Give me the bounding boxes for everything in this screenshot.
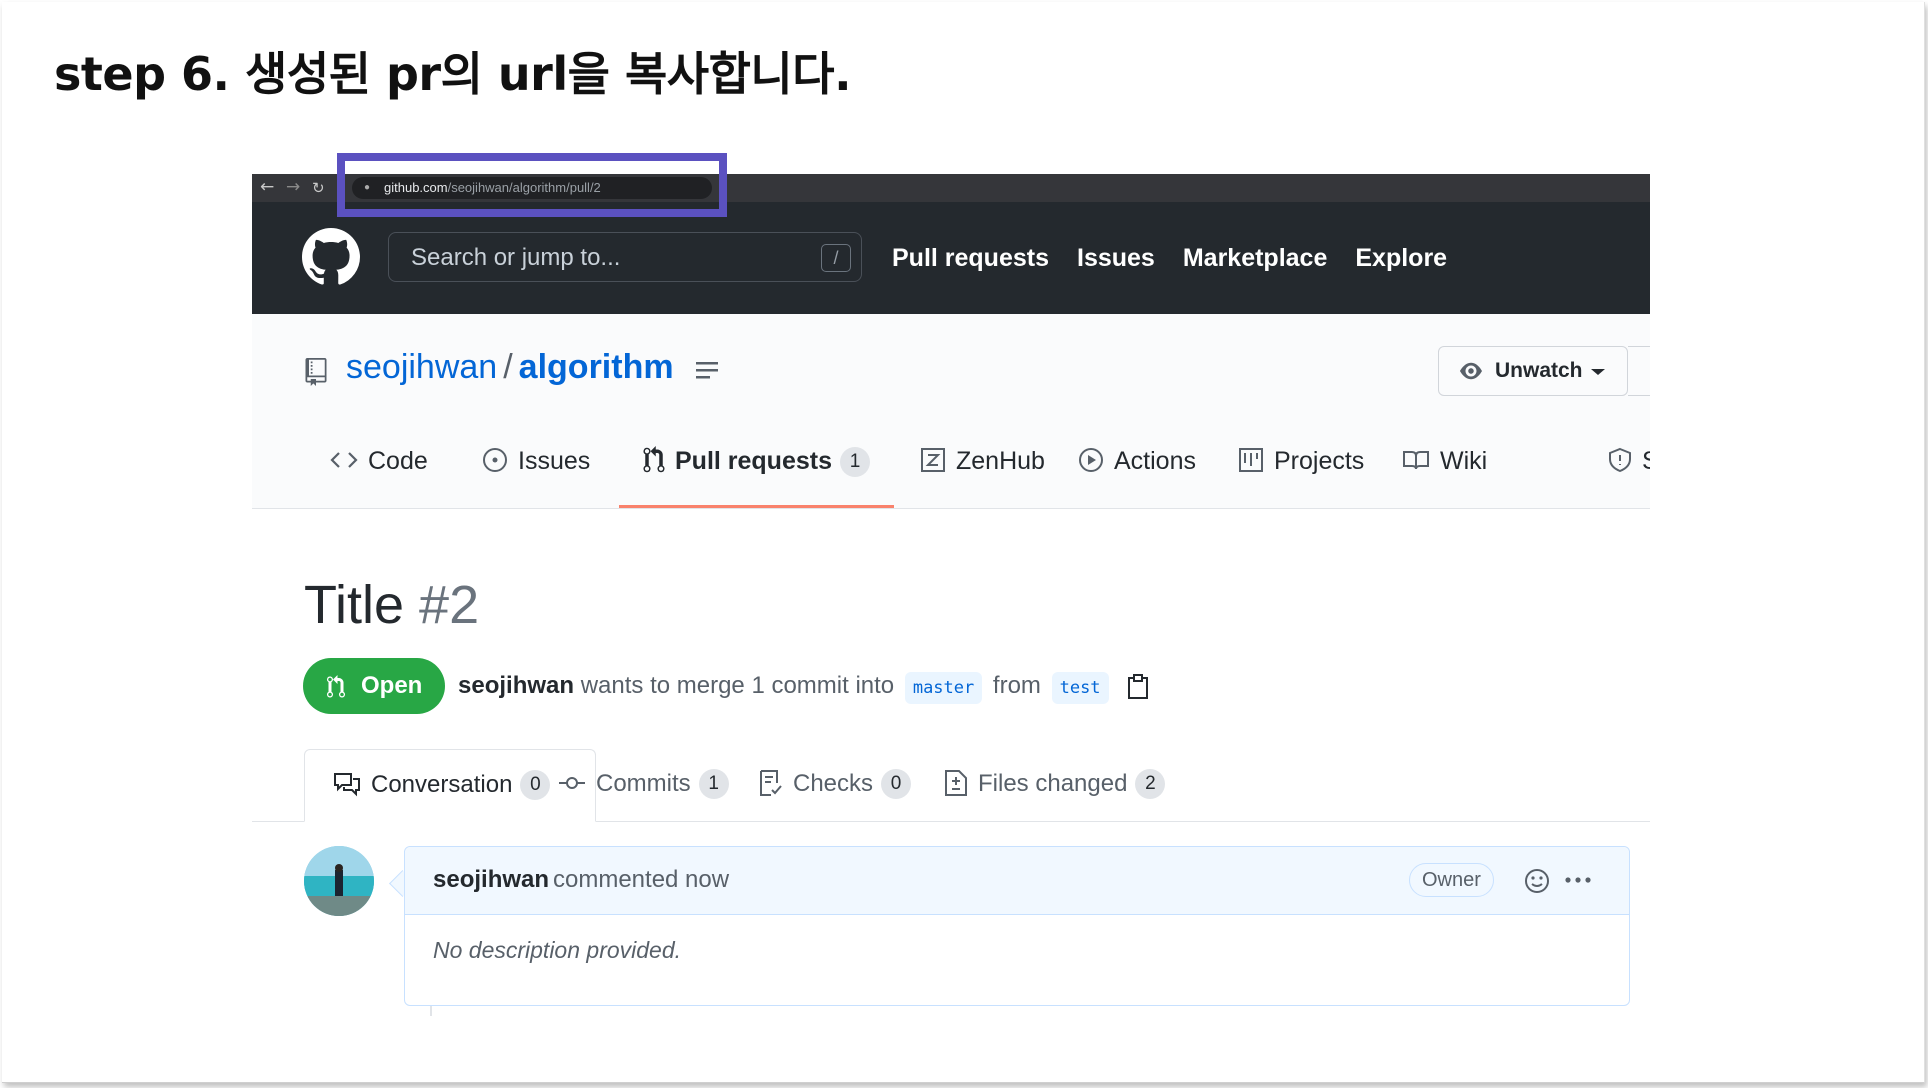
pr-title-text: Title <box>304 575 405 635</box>
tab-label: Files changed <box>978 770 1128 797</box>
tab-code[interactable]: Code <box>330 420 428 508</box>
pr-author-link[interactable]: seojihwan <box>458 672 574 699</box>
head-branch[interactable]: test <box>1051 672 1109 704</box>
git-commit-icon <box>559 776 585 789</box>
tab-files-changed[interactable]: Files changed 2 <box>944 749 1166 821</box>
tab-label: Projects <box>1274 447 1365 475</box>
github-header: Search or jump to... / Pull requests Iss… <box>252 202 1650 314</box>
git-pull-request-icon <box>643 446 665 473</box>
comment-box: seojihwan commented now Owner No descrip… <box>404 846 1630 1006</box>
checklist-icon <box>760 769 782 796</box>
tab-issues[interactable]: Issues <box>482 420 590 508</box>
repo-tabs: Code Issues Pull requests 1 ZenHub Actio… <box>252 420 1650 508</box>
tab-security[interactable]: S <box>1608 420 1650 508</box>
tab-commits[interactable]: Commits 1 <box>558 749 729 821</box>
hamburger-menu-icon[interactable] <box>696 360 722 380</box>
repo-title: seojihwan / algorithm <box>346 348 674 387</box>
repo-owner-link[interactable]: seojihwan <box>346 348 497 386</box>
avatar[interactable] <box>304 846 374 916</box>
issue-opened-icon <box>483 448 507 473</box>
pull-requests-counter: 1 <box>840 447 870 477</box>
pr-state-label: Open <box>361 672 423 699</box>
github-logo-icon[interactable] <box>302 228 360 286</box>
tab-label: Checks <box>793 770 874 797</box>
comment-discussion-icon <box>334 772 360 797</box>
tab-pull-requests[interactable]: Pull requests 1 <box>619 420 894 508</box>
pr-merge-text: wants to merge 1 commit into <box>574 672 901 699</box>
pr-title: Title #2 <box>304 574 479 636</box>
pr-number: #2 <box>419 575 480 635</box>
tab-label: Wiki <box>1440 447 1488 475</box>
eye-icon <box>1460 362 1482 380</box>
global-nav: Pull requests Issues Marketplace Explore <box>892 202 1475 314</box>
slide-heading: step 6. 생성된 pr의 url을 복사합니다. <box>54 47 852 101</box>
repo-header: seojihwan / algorithm Unwatch Code Issue… <box>252 314 1650 509</box>
pr-state-badge: Open <box>303 658 445 714</box>
tab-label: Actions <box>1114 447 1196 475</box>
files-changed-counter: 2 <box>1135 769 1166 799</box>
checks-counter: 0 <box>881 769 912 799</box>
avatar-photo <box>304 846 374 916</box>
tab-conversation[interactable]: Conversation 0 <box>304 749 596 822</box>
unwatch-label: Unwatch <box>1495 359 1583 382</box>
repo-name-link[interactable]: algorithm <box>519 348 674 386</box>
pr-tabs: Conversation 0 Commits 1 Checks 0 Files … <box>252 749 1650 822</box>
tab-label: ZenHub <box>956 447 1045 475</box>
code-icon <box>330 452 358 469</box>
tab-actions[interactable]: Actions <box>1078 420 1196 508</box>
git-pull-request-icon <box>327 675 345 698</box>
clipboard-icon[interactable] <box>1127 673 1149 700</box>
comment-body: No description provided. <box>433 937 682 963</box>
forward-arrow-icon[interactable]: → <box>286 177 300 197</box>
book-icon <box>1403 451 1429 470</box>
github-screenshot: ← → ↻ ● github.com/seojihwan/algorithm/p… <box>252 174 1650 1034</box>
comment-header: seojihwan commented now Owner <box>405 847 1629 915</box>
timeline-line <box>430 1006 432 1016</box>
search-input[interactable]: Search or jump to... / <box>388 232 862 282</box>
repo-separator: / <box>503 348 513 386</box>
nav-pull-requests[interactable]: Pull requests <box>892 244 1049 273</box>
zenhub-icon <box>921 448 945 473</box>
tab-checks[interactable]: Checks 0 <box>759 749 912 821</box>
tab-label: S <box>1642 447 1650 475</box>
tab-label: Pull requests <box>675 447 832 475</box>
tab-label: Commits <box>596 770 691 797</box>
tab-wiki[interactable]: Wiki <box>1402 420 1487 508</box>
commits-counter: 1 <box>698 769 729 799</box>
search-shortcut-key: / <box>821 244 851 272</box>
unwatch-button[interactable]: Unwatch <box>1438 346 1628 396</box>
smiley-icon[interactable] <box>1523 867 1551 895</box>
repo-icon <box>305 358 327 386</box>
owner-badge: Owner <box>1409 863 1494 897</box>
file-diff-icon <box>945 769 967 796</box>
kebab-horizontal-icon[interactable] <box>1563 847 1593 913</box>
pr-from-text: from <box>986 672 1048 699</box>
conversation-counter: 0 <box>520 770 551 800</box>
nav-explore[interactable]: Explore <box>1355 244 1447 273</box>
pr-meta: seojihwan wants to merge 1 commit into m… <box>458 662 1149 710</box>
base-branch[interactable]: master <box>904 672 983 704</box>
play-icon <box>1079 448 1103 473</box>
comment-author-link[interactable]: seojihwan <box>433 847 549 913</box>
chevron-down-icon <box>1591 369 1605 375</box>
slide: step 6. 생성된 pr의 url을 복사합니다. ← → ↻ ● gith… <box>2 2 1925 1083</box>
shield-icon <box>1609 448 1631 473</box>
comment-action[interactable]: commented now <box>553 847 729 913</box>
url-highlight-box <box>337 153 727 217</box>
nav-marketplace[interactable]: Marketplace <box>1183 244 1328 273</box>
back-arrow-icon[interactable]: ← <box>260 177 274 197</box>
tab-label: Issues <box>518 447 591 475</box>
tab-projects[interactable]: Projects <box>1238 420 1364 508</box>
project-icon <box>1239 448 1263 473</box>
tab-zenhub[interactable]: ZenHub <box>920 420 1045 508</box>
reload-icon[interactable]: ↻ <box>312 179 325 197</box>
tab-label: Conversation <box>371 771 513 798</box>
search-placeholder: Search or jump to... <box>411 244 621 271</box>
nav-issues[interactable]: Issues <box>1077 244 1155 273</box>
watch-count-button[interactable] <box>1628 346 1650 396</box>
tab-label: Code <box>368 447 428 475</box>
